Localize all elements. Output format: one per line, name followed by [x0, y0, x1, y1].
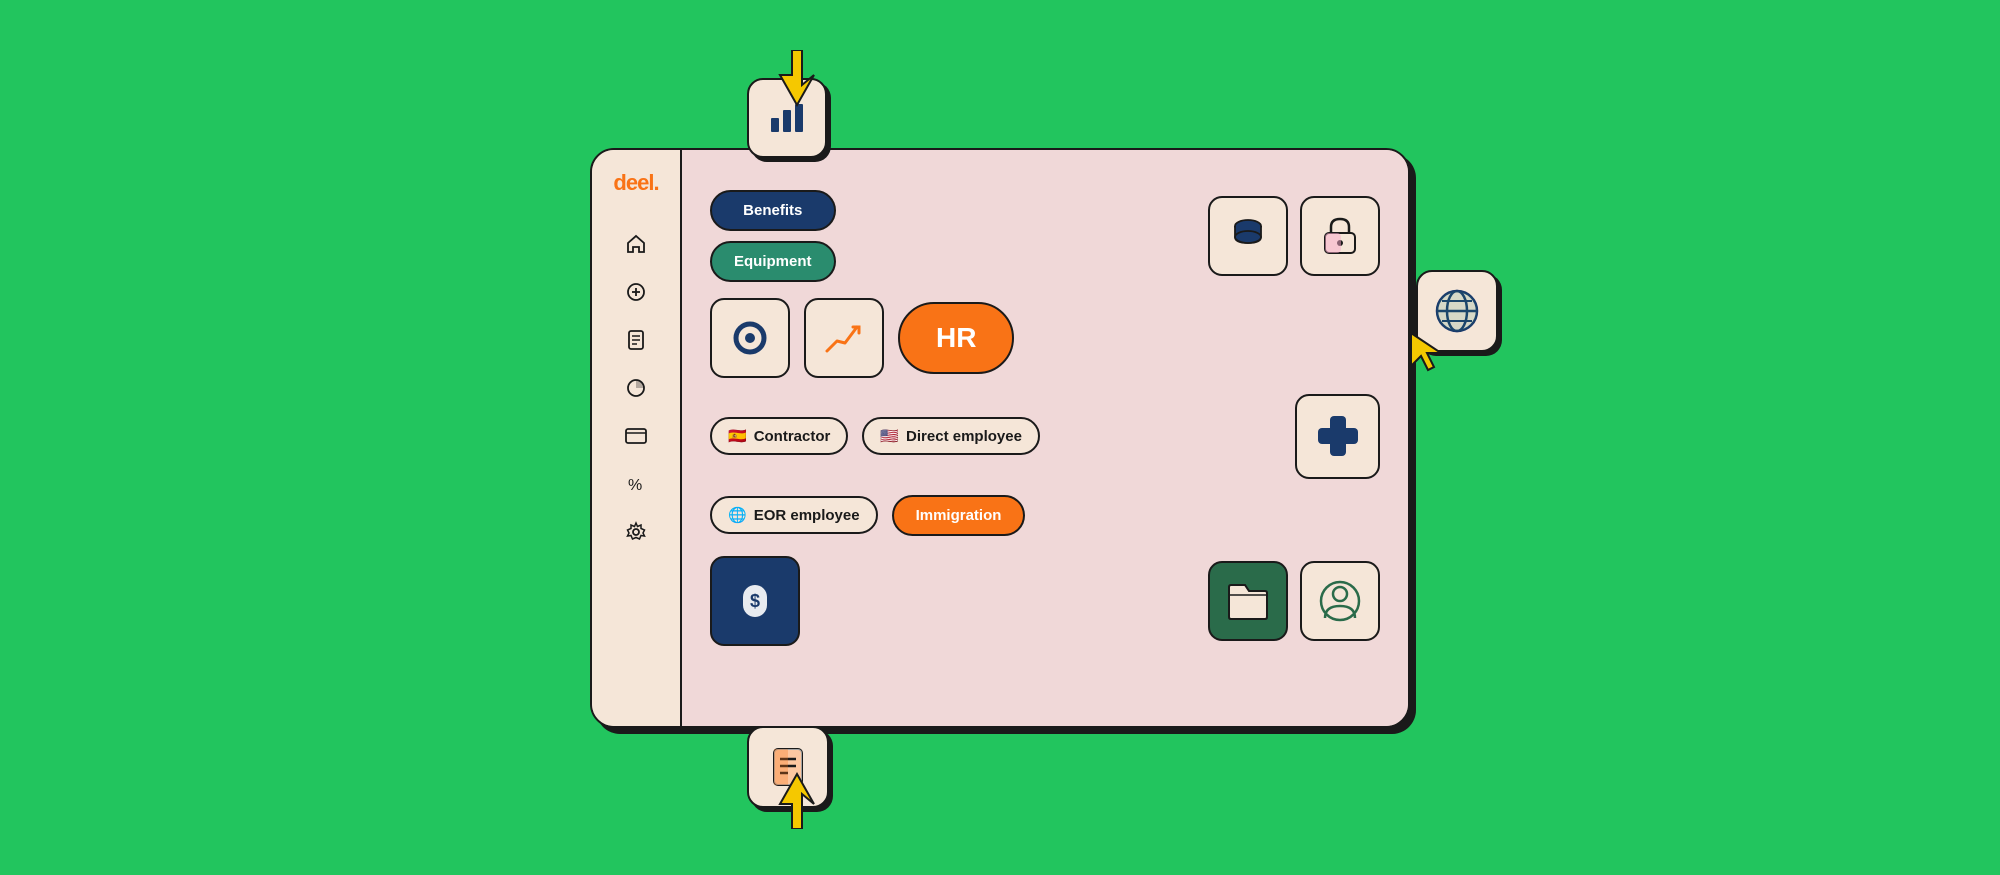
contractor-pill[interactable]: 🇪🇸 Contractor — [710, 417, 848, 455]
direct-employee-flag: 🇺🇸 — [880, 427, 899, 445]
medical-cross-icon — [1313, 411, 1363, 461]
database-icon — [1227, 215, 1269, 257]
benefits-pill[interactable]: Benefits — [710, 190, 836, 231]
database-card[interactable] — [1208, 196, 1288, 276]
lock-card[interactable] — [1300, 196, 1380, 276]
percent-sidebar-icon[interactable]: % — [616, 464, 656, 504]
content-area: Benefits Equipment — [682, 150, 1408, 726]
main-card: deel. — [590, 148, 1410, 728]
svg-text:%: % — [628, 477, 642, 494]
dollar-card[interactable]: $ — [710, 556, 800, 646]
bar-chart-floating-card — [747, 78, 827, 158]
folder-card[interactable] — [1208, 561, 1288, 641]
row-3: 🇪🇸 Contractor 🇺🇸 Direct employee — [710, 394, 1380, 479]
row-1: Benefits Equipment — [710, 190, 1380, 282]
hr-pill[interactable]: HR — [898, 302, 1014, 374]
document-floating-card — [747, 726, 829, 808]
immigration-pill[interactable]: Immigration — [892, 495, 1026, 536]
row-4: 🌐 EOR employee Immigration — [710, 495, 1380, 536]
globe-icon — [1432, 286, 1482, 336]
equipment-pill[interactable]: Equipment — [710, 241, 836, 282]
card-sidebar-icon[interactable] — [616, 416, 656, 456]
chart-sidebar-icon[interactable] — [616, 368, 656, 408]
circle-ring-icon — [727, 315, 773, 361]
dollar-icon: $ — [733, 579, 777, 623]
person-card[interactable] — [1300, 561, 1380, 641]
folder-icon — [1225, 581, 1271, 621]
home-sidebar-icon[interactable] — [616, 224, 656, 264]
settings-sidebar-icon[interactable] — [616, 512, 656, 552]
trend-chart-icon — [821, 315, 867, 361]
circle-ring-card[interactable] — [710, 298, 790, 378]
person-icon — [1319, 580, 1361, 622]
medical-cross-card[interactable] — [1295, 394, 1380, 479]
contractor-flag: 🇪🇸 — [728, 427, 747, 445]
bar-chart-icon — [765, 96, 809, 140]
eor-flag: 🌐 — [728, 506, 747, 524]
eor-employee-pill[interactable]: 🌐 EOR employee — [710, 496, 878, 534]
document-sidebar-icon[interactable] — [616, 320, 656, 360]
trend-chart-card[interactable] — [804, 298, 884, 378]
svg-text:$: $ — [750, 591, 760, 611]
row-2: HR — [710, 298, 1380, 378]
lock-icon — [1321, 215, 1359, 257]
globe-floating-card[interactable] — [1416, 270, 1498, 352]
direct-employee-pill[interactable]: 🇺🇸 Direct employee — [862, 417, 1040, 455]
sidebar: deel. — [592, 150, 682, 726]
row-5: $ — [710, 556, 1380, 646]
document-icon — [766, 745, 810, 789]
add-sidebar-icon[interactable] — [616, 272, 656, 312]
logo: deel. — [613, 170, 658, 196]
